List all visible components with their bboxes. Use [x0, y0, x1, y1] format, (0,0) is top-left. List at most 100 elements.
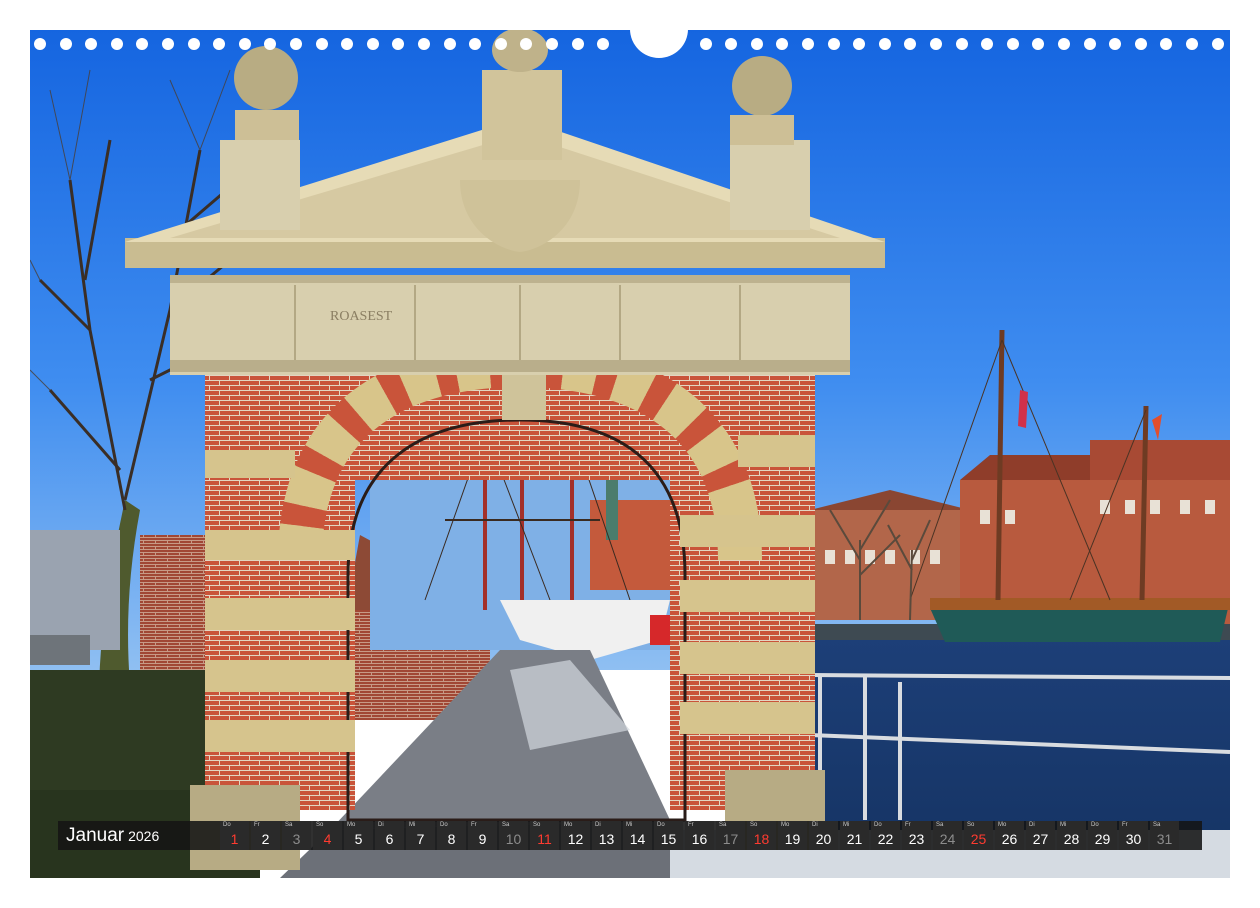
day-cell: Fr 23 — [902, 821, 931, 850]
day-number: 12 — [567, 831, 584, 847]
day-cell: Do 15 — [654, 821, 683, 850]
weekday-abbr: Do — [1091, 822, 1099, 828]
day-cell: Fr 30 — [1119, 821, 1148, 850]
weekday-abbr: Mi — [409, 822, 416, 828]
day-cell: Sa 3 — [282, 821, 311, 850]
gate-inscription: ROASEST — [330, 309, 393, 324]
day-number: 9 — [478, 831, 487, 847]
day-cell: Mi 14 — [623, 821, 652, 850]
day-number: 17 — [722, 831, 739, 847]
day-number: 18 — [753, 831, 770, 847]
day-cell: Do 22 — [871, 821, 900, 850]
day-number: 5 — [354, 831, 363, 847]
weekday-abbr: So — [533, 822, 541, 828]
day-cell: Sa 10 — [499, 821, 528, 850]
weekday-abbr: Sa — [936, 822, 944, 828]
day-number: 21 — [846, 831, 863, 847]
weekday-abbr: Fr — [688, 822, 694, 828]
day-number: 8 — [447, 831, 456, 847]
day-cell: Mo 19 — [778, 821, 807, 850]
day-cell: Mi 28 — [1057, 821, 1086, 850]
day-number: 25 — [970, 831, 987, 847]
weekday-abbr: Mi — [626, 822, 633, 828]
day-cell: So 11 — [530, 821, 559, 850]
day-number: 4 — [323, 831, 332, 847]
weekday-abbr: Mo — [998, 822, 1007, 828]
day-cell: Di 13 — [592, 821, 621, 850]
weekday-abbr: Fr — [254, 822, 260, 828]
day-number: 20 — [815, 831, 832, 847]
day-cell: Di 27 — [1026, 821, 1055, 850]
day-cell: Di 20 — [809, 821, 838, 850]
day-cell: Fr 2 — [251, 821, 280, 850]
day-cell: Mi 7 — [406, 821, 435, 850]
day-number: 10 — [505, 831, 522, 847]
weekday-abbr: Do — [657, 822, 665, 828]
weekday-abbr: Fr — [471, 822, 477, 828]
day-number: 22 — [877, 831, 894, 847]
day-number: 11 — [537, 831, 552, 847]
month-strip: Januar 2026 Do 1 Fr 2 Sa 3 So 4 Mo 5 Di 6 Mi 7 Do 8 Fr 9 S… — [58, 821, 1202, 850]
weekday-abbr: Sa — [1153, 822, 1161, 828]
day-number: 1 — [230, 831, 239, 847]
weekday-abbr: Sa — [502, 822, 510, 828]
weekday-abbr: Di — [378, 822, 384, 828]
day-cell: Mo 12 — [561, 821, 590, 850]
weekday-abbr: Do — [440, 822, 448, 828]
day-cell: Mo 5 — [344, 821, 373, 850]
day-number: 13 — [598, 831, 615, 847]
day-number: 15 — [660, 831, 677, 847]
day-number: 26 — [1001, 831, 1018, 847]
day-cell: Fr 16 — [685, 821, 714, 850]
month-year: 2026 — [128, 828, 160, 844]
weekday-abbr: So — [750, 822, 758, 828]
day-cell: Fr 9 — [468, 821, 497, 850]
weekday-abbr: So — [316, 822, 324, 828]
day-number: 14 — [629, 831, 646, 847]
day-cell: So 18 — [747, 821, 776, 850]
weekday-abbr: Mo — [564, 822, 573, 828]
day-cell: Do 29 — [1088, 821, 1117, 850]
day-number: 19 — [784, 831, 801, 847]
month-label: Januar 2026 — [58, 821, 218, 850]
day-cell: So 25 — [964, 821, 993, 850]
day-cell: Sa 31 — [1150, 821, 1179, 850]
day-cell: Di 6 — [375, 821, 404, 850]
day-number: 16 — [691, 831, 708, 847]
day-number: 7 — [416, 831, 425, 847]
weekday-abbr: Fr — [1122, 822, 1128, 828]
day-number: 6 — [385, 831, 394, 847]
day-cell: Mi 21 — [840, 821, 869, 850]
day-number: 28 — [1063, 831, 1080, 847]
weekday-abbr: Mi — [843, 822, 850, 828]
weekday-abbr: Fr — [905, 822, 911, 828]
day-cell: Sa 24 — [933, 821, 962, 850]
weekday-abbr: Di — [1029, 822, 1035, 828]
day-number: 29 — [1094, 831, 1111, 847]
day-cell: Do 1 — [220, 821, 249, 850]
day-number: 23 — [908, 831, 925, 847]
weekday-abbr: So — [967, 822, 975, 828]
weekday-abbr: Sa — [719, 822, 727, 828]
day-cell: So 4 — [313, 821, 342, 850]
weekday-abbr: Mi — [1060, 822, 1067, 828]
weekday-abbr: Mo — [347, 822, 356, 828]
day-number: 24 — [939, 831, 956, 847]
weekday-abbr: Sa — [285, 822, 293, 828]
calendar-photo: ROASEST — [30, 30, 1230, 878]
day-number: 31 — [1156, 831, 1173, 847]
weekday-abbr: Do — [223, 822, 231, 828]
day-number: 30 — [1125, 831, 1142, 847]
day-number: 27 — [1032, 831, 1049, 847]
day-cell: Mo 26 — [995, 821, 1024, 850]
weekday-abbr: Do — [874, 822, 882, 828]
weekday-abbr: Mo — [781, 822, 790, 828]
weekday-abbr: Di — [812, 822, 818, 828]
day-number: 2 — [261, 831, 270, 847]
weekday-abbr: Di — [595, 822, 601, 828]
day-cell: Do 8 — [437, 821, 466, 850]
day-cells: Do 1 Fr 2 Sa 3 So 4 Mo 5 Di 6 Mi 7 Do 8 Fr 9 Sa 10 So 11 Mo 12 D… — [218, 821, 1202, 850]
day-number: 3 — [292, 831, 301, 847]
month-name: Januar — [66, 825, 125, 846]
day-cell: Sa 17 — [716, 821, 745, 850]
